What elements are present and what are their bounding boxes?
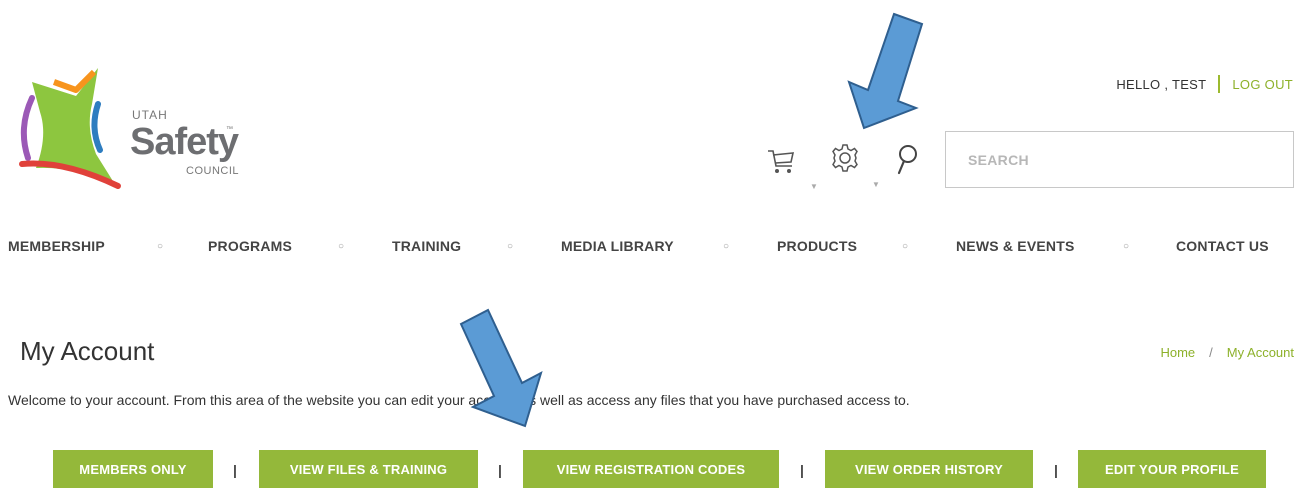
button-separator: | [800,462,804,478]
nav-separator: ○ [507,241,514,252]
search-toggle-button[interactable] [896,143,922,179]
nav-item-news-events[interactable]: NEWS & EVENTS [956,238,1075,254]
cart-button[interactable] [766,146,802,188]
nav-item-products[interactable]: PRODUCTS [777,238,857,254]
settings-button[interactable] [829,142,863,176]
nav-item-programs[interactable]: PROGRAMS [208,238,292,254]
logo-text-utah: UTAH [132,108,168,122]
logo-text-council: COUNCIL [186,165,240,177]
nav-item-training[interactable]: TRAINING [392,238,461,254]
user-divider [1218,75,1221,93]
settings-caret-icon[interactable]: ▼ [872,180,880,189]
nav-separator: ○ [723,241,730,252]
nav-separator: ○ [902,241,909,252]
logo-trademark: ™ [226,126,233,133]
gear-icon [832,144,858,172]
annotation-arrow-icon [459,308,543,428]
nav-item-membership[interactable]: MEMBERSHIP [8,238,105,254]
site-logo[interactable]: UTAH Safety ™ COUNCIL [14,68,264,193]
nav-separator: ○ [1123,241,1130,252]
breadcrumb-separator: / [1209,345,1213,360]
nav-separator: ○ [157,241,164,252]
button-separator: | [498,462,502,478]
breadcrumb: Home / My Account [1160,345,1294,360]
breadcrumb-my-account[interactable]: My Account [1227,345,1294,360]
view-registration-codes-button[interactable]: VIEW REGISTRATION CODES [523,450,779,488]
cart-icon [768,150,795,173]
nav-separator: ○ [338,241,345,252]
button-separator: | [1054,462,1058,478]
cart-caret-icon[interactable]: ▼ [810,182,818,191]
welcome-text: Welcome to your account. From this area … [8,392,910,408]
page-title: My Account [20,336,155,366]
breadcrumb-home[interactable]: Home [1160,345,1195,360]
logout-link[interactable]: LOG OUT [1232,77,1293,92]
logo-text-safety: Safety [130,121,239,163]
view-order-history-button[interactable]: VIEW ORDER HISTORY [825,450,1033,488]
nav-item-contact-us[interactable]: CONTACT US [1176,238,1269,254]
search-input[interactable] [945,131,1294,188]
members-only-button[interactable]: MEMBERS ONLY [53,450,213,488]
view-files-training-button[interactable]: VIEW FILES & TRAINING [259,450,478,488]
annotation-arrow-icon [847,12,924,130]
button-separator: | [233,462,237,478]
search-icon [897,145,917,175]
main-nav: MEMBERSHIP ○ PROGRAMS ○ TRAINING ○ MEDIA… [8,238,1293,258]
user-area: HELLO , TEST LOG OUT [1116,75,1293,93]
edit-your-profile-button[interactable]: EDIT YOUR PROFILE [1078,450,1266,488]
logo-mark-icon [19,68,121,189]
user-greeting: HELLO , TEST [1116,76,1207,92]
nav-item-media-library[interactable]: MEDIA LIBRARY [561,238,674,254]
